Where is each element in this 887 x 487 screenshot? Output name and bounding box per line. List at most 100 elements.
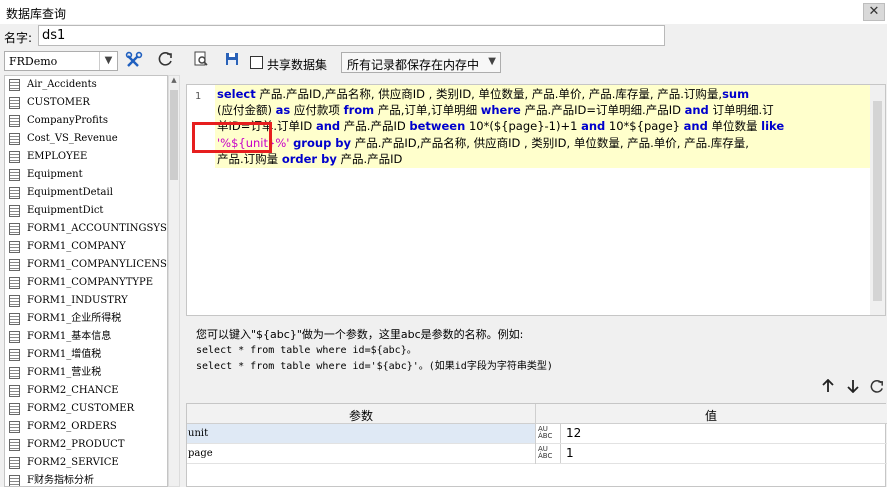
sql-keyword: between: [409, 119, 466, 134]
table-icon: [9, 385, 20, 397]
share-dataset-checkbox[interactable]: [250, 56, 263, 69]
table-list-item[interactable]: EquipmentDetail: [5, 184, 167, 202]
table-list-item[interactable]: Air_Accidents: [5, 76, 167, 94]
table-list-item[interactable]: EMPLOYEE: [5, 148, 167, 166]
table-name: FORM1_ACCOUNTINGSYSTEM: [27, 223, 167, 234]
sql-keyword: as: [275, 103, 291, 118]
table-list-item[interactable]: FORM1_COMPANYLICENSE: [5, 256, 167, 274]
table-name: EquipmentDict: [27, 205, 104, 216]
sql-keyword: and: [581, 119, 606, 134]
table-list-item[interactable]: Cost_VS_Revenue: [5, 130, 167, 148]
table-name: FORM1_COMPANYTYPE: [27, 277, 154, 288]
preview-button[interactable]: [191, 51, 211, 71]
refresh-button[interactable]: [156, 51, 176, 71]
string-type-icon[interactable]: ẠU ABC: [538, 446, 558, 462]
cache-mode-value: 所有记录都保存在内存中: [347, 58, 480, 72]
chevron-down-icon[interactable]: ▼: [488, 56, 496, 67]
table-list-item[interactable]: FORM2_ORDERS: [5, 418, 167, 436]
sql-line: (应付金额) as 应付款项 from 产品,订单,订单明细 where 产品.…: [217, 102, 774, 118]
table-list-item[interactable]: FORM1_COMPANYTYPE: [5, 274, 167, 292]
table-icon: [9, 205, 20, 217]
cache-mode-select[interactable]: 所有记录都保存在内存中 ▼: [341, 52, 501, 73]
table-name: FORM2_CUSTOMER: [27, 403, 135, 414]
sql-keyword: where: [480, 103, 521, 118]
name-input[interactable]: ds1: [38, 25, 665, 46]
save-button[interactable]: [222, 51, 242, 71]
sql-line: select 产品.产品ID,产品名称, 供应商ID , 类别ID, 单位数量,…: [217, 86, 749, 102]
table-list-item[interactable]: CUSTOMER: [5, 94, 167, 112]
column-header-value: 值: [704, 409, 717, 423]
table-icon: [9, 169, 20, 181]
table-list-item[interactable]: FORM1_企业所得税: [5, 310, 167, 328]
editor-scrollbar[interactable]: [870, 85, 885, 315]
sql-text: 产品.订购量: [217, 151, 282, 166]
scroll-up-icon[interactable]: ▲: [169, 76, 179, 88]
sql-text: 产品.产品ID,产品名称, 供应商ID , 类别ID, 单位数量, 产品.单价,…: [351, 135, 749, 150]
parameter-row[interactable]: page ẠU ABC 1: [187, 444, 887, 464]
table-list-item[interactable]: FORM2_PRODUCT: [5, 436, 167, 454]
connection-settings-button[interactable]: [124, 51, 144, 71]
line-number: 1: [195, 91, 202, 102]
table-list-item[interactable]: FORM1_增值税: [5, 346, 167, 364]
move-up-button[interactable]: [819, 378, 837, 397]
parameter-value-input[interactable]: 1: [560, 444, 886, 463]
table-list-item[interactable]: FORM2_CUSTOMER: [5, 400, 167, 418]
editor-scrollbar-thumb[interactable]: [873, 101, 882, 301]
sql-text: 单位数量: [707, 119, 762, 134]
table-name: Equipment: [27, 169, 83, 180]
sql-text: 产品,订单,订单明细: [374, 103, 481, 118]
scrollbar-thumb[interactable]: [170, 90, 178, 180]
table-list-item[interactable]: FORM2_SERVICE: [5, 454, 167, 472]
table-name: F财务指标分析: [27, 475, 94, 486]
parameter-row[interactable]: unit ẠU ABC 12: [187, 424, 887, 444]
sql-text: 订单明细.订: [708, 103, 774, 118]
table-name: FORM1_COMPANYLICENSE: [27, 259, 168, 270]
sql-text: 产品.产品ID=订单明细.产品ID: [520, 103, 685, 118]
table-list-item[interactable]: FORM1_COMPANY: [5, 238, 167, 256]
sql-line: 单ID=订单.订单ID and 产品.产品ID between 10*(${pa…: [217, 118, 784, 134]
table-name: FORM2_PRODUCT: [27, 439, 125, 450]
table-list-item[interactable]: FORM1_INDUSTRY: [5, 292, 167, 310]
sql-code[interactable]: select 产品.产品ID,产品名称, 供应商ID , 类别ID, 单位数量,…: [215, 85, 885, 315]
sql-keyword: like: [761, 119, 785, 134]
table-icon: [9, 133, 20, 145]
table-list-item[interactable]: EquipmentDict: [5, 202, 167, 220]
refresh-params-button[interactable]: [868, 379, 886, 397]
table-list-item[interactable]: FORM2_CHANCE: [5, 382, 167, 400]
table-list-item[interactable]: CompanyProfits: [5, 112, 167, 130]
table-icon: [9, 295, 20, 307]
table-name: FORM2_SERVICE: [27, 457, 119, 468]
table-icon: [9, 403, 20, 415]
table-list-scrollbar[interactable]: ▲: [168, 75, 180, 487]
table-icon: [9, 313, 20, 325]
table-list[interactable]: Air_Accidents CUSTOMER CompanyProfits Cost_…: [4, 75, 168, 487]
arrow-up-icon: [822, 378, 834, 392]
parameter-value-input[interactable]: 12: [560, 424, 886, 443]
close-button[interactable]: ✕: [863, 3, 885, 21]
sql-text: 产品.产品ID: [336, 151, 403, 166]
table-icon: [9, 223, 20, 235]
help-line-3: select * from table where id='${abc}'。(如…: [196, 361, 553, 372]
table-list-item[interactable]: F财务指标分析: [5, 472, 167, 486]
move-down-button[interactable]: [844, 379, 862, 397]
table-name: FORM1_增值税: [27, 349, 102, 360]
table-list-item[interactable]: Equipment: [5, 166, 167, 184]
table-list-item[interactable]: FORM1_基本信息: [5, 328, 167, 346]
table-list-item[interactable]: FORM1_营业税: [5, 364, 167, 382]
table-icon: [9, 97, 20, 109]
sql-editor[interactable]: 1 select 产品.产品ID,产品名称, 供应商ID , 类别ID, 单位数…: [186, 84, 886, 316]
table-name: EMPLOYEE: [27, 151, 88, 162]
table-icon: [9, 331, 20, 343]
sql-text: (应付金额): [217, 103, 276, 118]
string-type-icon[interactable]: ẠU ABC: [538, 426, 558, 442]
parameter-help: 您可以键入"${abc}"做为一个参数，这里abc是参数的名称。例如: sele…: [196, 327, 553, 375]
table-list-item[interactable]: FORM1_ACCOUNTINGSYSTEM: [5, 220, 167, 238]
table-icon: [9, 421, 20, 433]
sql-keyword: and: [315, 119, 341, 134]
table-icon: [9, 259, 20, 271]
chevron-down-icon[interactable]: ▼: [99, 52, 117, 70]
table-name: Cost_VS_Revenue: [27, 133, 118, 144]
sql-text: 产品.产品ID,产品名称, 供应商ID , 类别ID, 单位数量, 产品.单价,…: [255, 87, 723, 101]
table-name: FORM1_基本信息: [27, 331, 112, 342]
connection-select[interactable]: FRDemo ▼: [4, 51, 118, 71]
